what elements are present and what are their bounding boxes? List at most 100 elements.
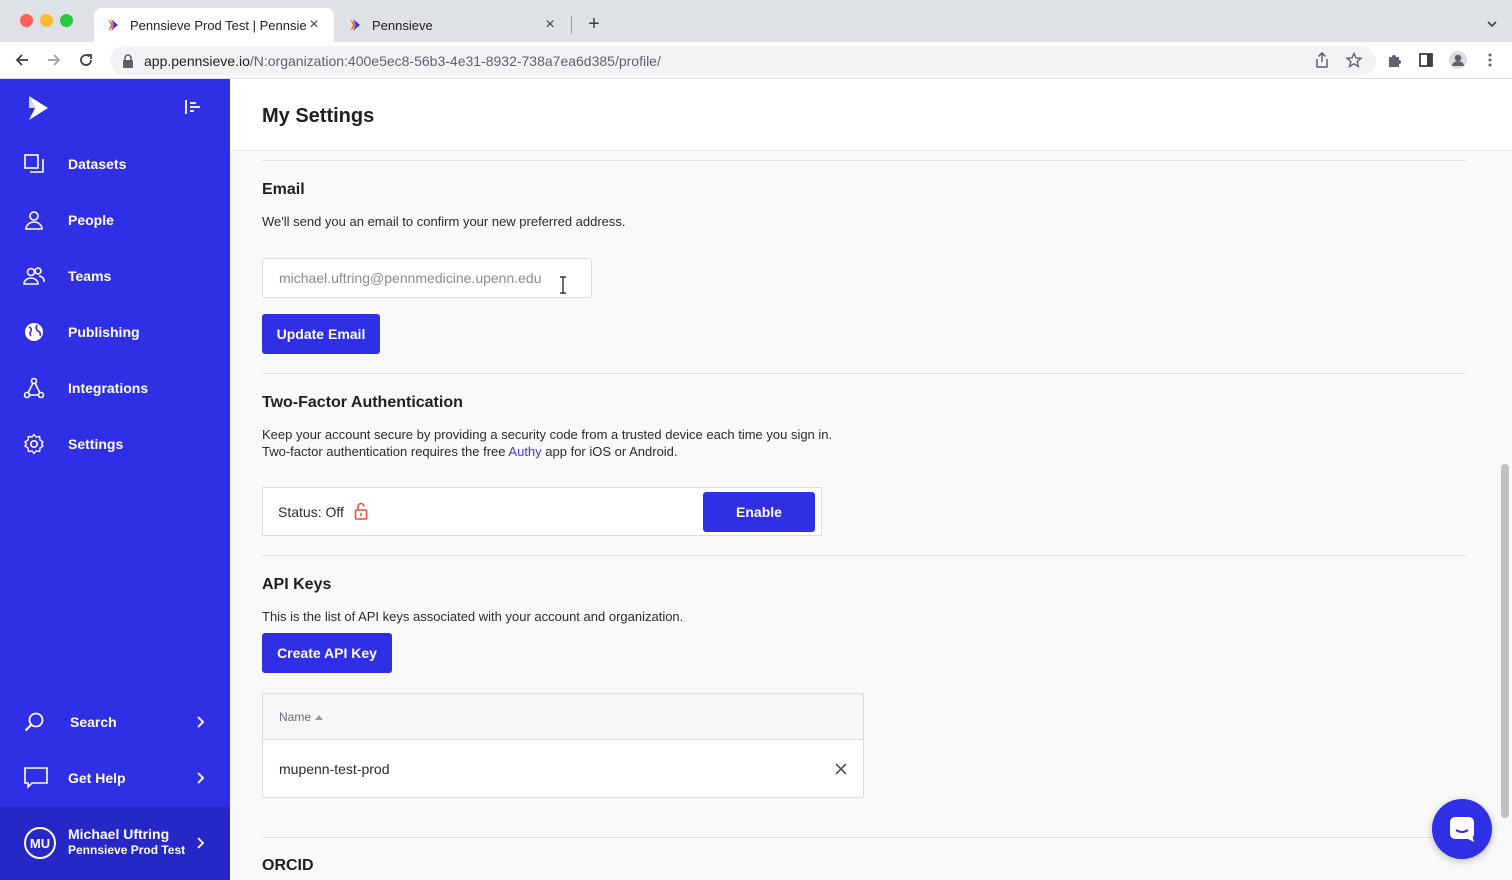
new-tab-icon[interactable]: + <box>584 12 604 36</box>
url-host: app.pennsieve.io <box>144 52 250 69</box>
side-panel-icon[interactable] <box>1416 50 1436 70</box>
sidebar-item-settings[interactable]: Settings <box>0 424 230 464</box>
unlocked-icon <box>354 502 368 520</box>
sidebar-item-datasets[interactable]: Datasets <box>0 144 230 184</box>
profile-icon[interactable] <box>1448 50 1468 70</box>
chevron-right-icon <box>197 716 205 728</box>
address-bar[interactable]: app.pennsieve.io/N:organization:400e5ec8… <box>110 46 1376 75</box>
tab-search-chevron-icon[interactable] <box>1484 12 1500 36</box>
two-factor-description-line2: Two-factor authentication requires the f… <box>262 443 678 460</box>
integrations-icon <box>22 376 46 400</box>
window-minimize-button[interactable] <box>40 14 53 27</box>
sidebar-item-search[interactable]: Search <box>0 702 230 742</box>
sidebar-item-label: Teams <box>68 268 112 284</box>
section-divider <box>262 160 1466 161</box>
avatar: MU <box>24 827 56 859</box>
two-factor-status: Status: Off <box>278 504 344 520</box>
url-path: /N:organization:400e5ec8-56b3-4e31-8932-… <box>249 52 661 69</box>
email-section-title: Email <box>262 181 305 198</box>
tab-separator <box>571 16 572 34</box>
sidebar-item-label: Settings <box>68 436 124 452</box>
window-close-button[interactable] <box>20 14 33 27</box>
section-divider <box>262 837 1466 838</box>
main-content: My Settings Email We'll send you an emai… <box>230 79 1512 880</box>
extensions-puzzle-icon[interactable] <box>1384 50 1404 70</box>
teams-icon <box>22 264 46 288</box>
tab-title: Pennsieve Prod Test | Pennsieve <box>130 17 306 33</box>
scrollbar-thumb[interactable] <box>1501 464 1509 818</box>
delete-close-icon[interactable] <box>835 763 847 775</box>
tab-title: Pennsieve <box>372 17 433 33</box>
chat-icon <box>24 766 48 790</box>
sidebar-item-label: People <box>68 212 114 228</box>
pennsieve-logo[interactable] <box>26 95 50 121</box>
pennsieve-favicon-icon <box>350 19 360 31</box>
two-factor-text: app for iOS or Android. <box>541 444 678 459</box>
create-api-key-button[interactable]: Create API Key <box>262 633 392 673</box>
share-icon[interactable] <box>1312 50 1332 70</box>
sidebar-item-publishing[interactable]: Publishing <box>0 312 230 352</box>
update-email-button[interactable]: Update Email <box>262 314 380 354</box>
sidebar-item-label: Datasets <box>68 156 127 172</box>
page-title: My Settings <box>262 105 375 127</box>
api-keys-table: Name mupenn-test-prod <box>262 693 864 798</box>
datasets-icon <box>22 152 46 176</box>
sidebar-item-label: Get Help <box>68 770 126 786</box>
primary-sidebar: Datasets People Teams Publishing Integra… <box>0 79 230 880</box>
globe-icon <box>22 320 46 344</box>
sidebar-item-get-help[interactable]: Get Help <box>0 758 230 798</box>
browser-tab-bar: Pennsieve Prod Test | Pennsieve × Pennsi… <box>0 0 1512 42</box>
table-header: Name <box>263 694 863 740</box>
orcid-section-title: ORCID <box>262 857 314 874</box>
section-divider <box>262 373 1466 374</box>
table-row: mupenn-test-prod <box>263 741 863 797</box>
two-factor-description-line1: Keep your account secure by providing a … <box>262 427 833 442</box>
tab-close-icon[interactable]: × <box>306 16 322 34</box>
browser-toolbar: app.pennsieve.io/N:organization:400e5ec8… <box>0 42 1512 79</box>
collapse-sidebar-icon[interactable] <box>184 99 202 115</box>
browser-tab-active[interactable]: Pennsieve Prod Test | Pennsieve × <box>94 8 334 42</box>
person-icon <box>22 208 46 232</box>
lock-icon <box>123 53 133 68</box>
chevron-right-icon <box>197 772 205 784</box>
api-key-name: mupenn-test-prod <box>279 761 390 777</box>
authy-link[interactable]: Authy <box>508 444 541 459</box>
user-name: Michael Uftring <box>68 826 170 842</box>
sidebar-item-label: Search <box>70 714 117 730</box>
two-factor-text: Two-factor authentication requires the f… <box>262 444 509 459</box>
forward-arrow-icon[interactable] <box>44 50 64 70</box>
organization-name: Pennsieve Prod Test <box>68 843 186 857</box>
enable-two-factor-button[interactable]: Enable <box>703 492 815 532</box>
text-cursor-icon <box>560 276 566 294</box>
gear-icon <box>22 432 46 456</box>
user-menu[interactable]: MU Michael Uftring Pennsieve Prod Test <box>0 807 230 880</box>
pennsieve-favicon-icon <box>108 19 118 31</box>
bookmark-star-icon[interactable] <box>1344 50 1364 70</box>
support-chat-button[interactable] <box>1432 799 1492 859</box>
api-keys-section-title: API Keys <box>262 576 332 593</box>
search-icon <box>22 710 46 734</box>
section-divider <box>262 555 1466 556</box>
address-url: app.pennsieve.io/N:organization:400e5ec8… <box>144 53 661 69</box>
api-keys-description: This is the list of API keys associated … <box>262 609 684 624</box>
back-arrow-icon[interactable] <box>12 50 32 70</box>
chevron-right-icon <box>197 837 205 849</box>
window-zoom-button[interactable] <box>60 14 73 27</box>
column-header-name[interactable]: Name <box>279 710 311 724</box>
sidebar-item-people[interactable]: People <box>0 200 230 240</box>
two-factor-status-box: Status: Off Enable <box>262 487 822 536</box>
browser-menu-icon[interactable] <box>1480 50 1500 70</box>
reload-icon[interactable] <box>76 50 96 70</box>
page-header: My Settings <box>230 79 1512 151</box>
two-factor-section-title: Two-Factor Authentication <box>262 394 463 411</box>
chat-bubble-icon <box>1450 817 1474 842</box>
browser-tab[interactable]: Pennsieve × <box>336 8 570 42</box>
sidebar-item-label: Publishing <box>68 324 140 340</box>
tab-close-icon[interactable]: × <box>542 16 558 34</box>
sidebar-item-teams[interactable]: Teams <box>0 256 230 296</box>
email-description: We'll send you an email to confirm your … <box>262 214 626 229</box>
sidebar-item-integrations[interactable]: Integrations <box>0 368 230 408</box>
email-field[interactable] <box>262 258 592 298</box>
sort-ascending-icon[interactable] <box>315 714 323 720</box>
sidebar-item-label: Integrations <box>68 380 149 396</box>
